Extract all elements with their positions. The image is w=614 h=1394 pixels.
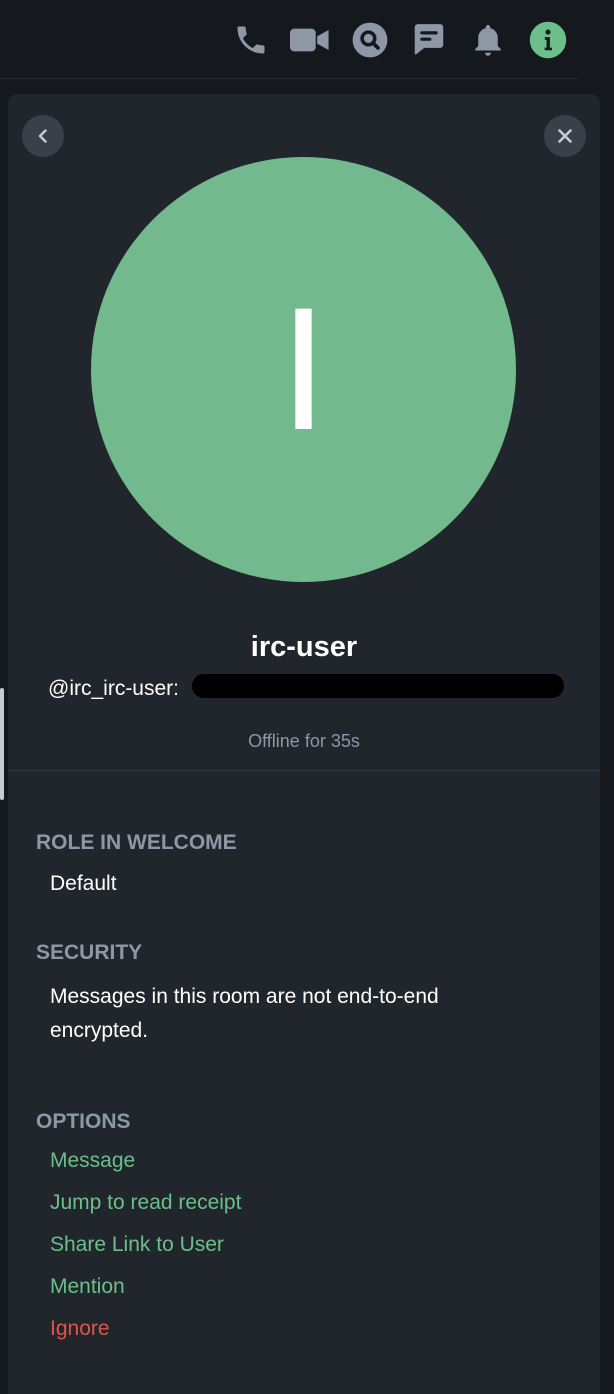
mention-option[interactable]: Mention bbox=[50, 1275, 125, 1299]
message-option[interactable]: Message bbox=[50, 1149, 135, 1173]
threads-icon[interactable] bbox=[409, 20, 449, 60]
role-heading: ROLE IN WELCOME bbox=[36, 831, 237, 854]
bell-icon[interactable] bbox=[468, 20, 508, 60]
jump-to-read-receipt-option[interactable]: Jump to read receipt bbox=[50, 1191, 241, 1215]
header-divider bbox=[0, 78, 578, 79]
threads-icon-glyph bbox=[414, 24, 444, 55]
scrollbar-handle[interactable] bbox=[0, 688, 4, 800]
info-icon-glyph bbox=[529, 21, 567, 59]
share-link-option[interactable]: Share Link to User bbox=[50, 1233, 224, 1257]
bell-icon-glyph bbox=[475, 25, 501, 56]
presence-status: Offline for 35s bbox=[248, 731, 360, 751]
section-divider bbox=[8, 770, 600, 771]
video-icon[interactable] bbox=[290, 20, 330, 60]
search-icon-glyph bbox=[352, 22, 388, 58]
redaction-bar bbox=[192, 674, 564, 698]
avatar[interactable]: I bbox=[91, 157, 516, 582]
phone-icon-glyph bbox=[237, 26, 265, 54]
security-heading: SECURITY bbox=[36, 941, 143, 964]
role-value: Default bbox=[50, 872, 117, 895]
user-info-panel: I irc-user @irc_irc-user: Offline for 35… bbox=[8, 94, 600, 1394]
close-icon bbox=[558, 129, 572, 143]
video-icon-glyph bbox=[290, 28, 329, 52]
chevron-left-icon bbox=[38, 129, 47, 143]
close-button[interactable] bbox=[544, 115, 586, 157]
phone-icon[interactable] bbox=[231, 20, 271, 60]
security-text: Messages in this room are not end-to-end… bbox=[50, 985, 439, 1042]
display-name: irc-user bbox=[250, 631, 358, 663]
options-heading: OPTIONS bbox=[36, 1110, 131, 1133]
info-icon[interactable] bbox=[528, 20, 568, 60]
room-header bbox=[0, 0, 614, 78]
back-button[interactable] bbox=[22, 115, 64, 157]
ignore-option[interactable]: Ignore bbox=[50, 1317, 110, 1341]
user-id: @irc_irc-user: bbox=[48, 677, 179, 700]
search-icon[interactable] bbox=[350, 20, 390, 60]
avatar-initial: I bbox=[279, 272, 328, 467]
